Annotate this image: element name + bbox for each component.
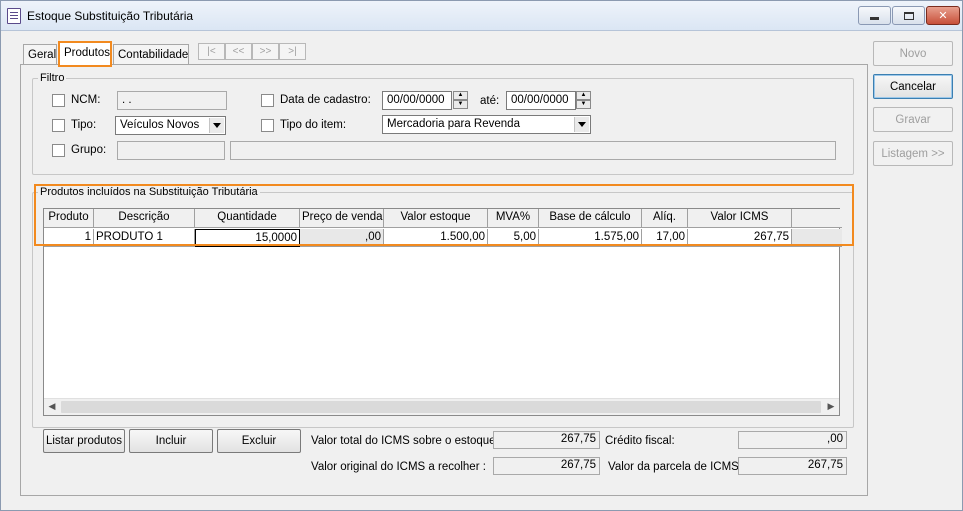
gravar-button[interactable]: Gravar [873, 107, 953, 132]
column-header[interactable]: Descrição [94, 209, 195, 227]
chevron-down-icon[interactable] [209, 118, 224, 133]
column-header[interactable]: Alíq. [642, 209, 688, 227]
data-from-spinner[interactable]: ▲ ▼ [453, 91, 468, 110]
spin-up-icon[interactable]: ▲ [453, 91, 468, 100]
scroll-left-icon[interactable]: ◀ [45, 401, 59, 414]
spin-up-icon[interactable]: ▲ [576, 91, 591, 100]
last-record-button[interactable]: >| [279, 43, 306, 60]
column-header[interactable]: MVA% [488, 209, 539, 227]
grupo-label: Grupo: [71, 144, 107, 156]
tab-produtos[interactable]: Produtos [58, 41, 112, 67]
table-cell[interactable]: 5,00 [488, 229, 539, 247]
listagem-button[interactable]: Listagem >> [873, 141, 953, 166]
valor-total-label: Valor total do ICMS sobre o estoque: [311, 435, 499, 447]
ncm-checkbox[interactable] [52, 94, 65, 107]
ncm-input[interactable]: . . [117, 91, 227, 110]
table-row[interactable]: 1 PRODUTO 1 15,0000 ,00 1.500,00 5,00 1.… [44, 229, 842, 247]
column-header[interactable]: Produto [44, 209, 94, 227]
valor-original-value: 267,75 [493, 457, 600, 475]
table-cell[interactable]: 17,00 [642, 229, 688, 247]
data-cadastro-label: Data de cadastro: [280, 94, 371, 106]
spin-down-icon[interactable]: ▼ [453, 100, 468, 109]
credito-fiscal-label: Crédito fiscal: [605, 435, 675, 447]
table-cell[interactable]: 1.500,00 [384, 229, 488, 247]
valor-parcela-label: Valor da parcela de ICMS: [608, 461, 743, 473]
maximize-button[interactable] [892, 6, 925, 25]
column-header[interactable] [792, 209, 842, 227]
window-title: Estoque Substituição Tributária [27, 9, 194, 23]
table-cell[interactable]: 267,75 [688, 229, 792, 247]
cancelar-button[interactable]: Cancelar [873, 74, 953, 99]
tab-geral[interactable]: Geral [23, 44, 57, 66]
produtos-table[interactable]: Produto Descrição Quantidade Preço de ve… [43, 208, 842, 416]
column-header[interactable]: Preço de venda [300, 209, 384, 227]
data-to-spinner[interactable]: ▲ ▼ [576, 91, 591, 110]
ate-label: até: [480, 95, 500, 107]
listar-produtos-button[interactable]: Listar produtos [43, 429, 125, 453]
spin-down-icon[interactable]: ▼ [576, 100, 591, 109]
tipo-label: Tipo: [71, 119, 97, 131]
chevron-down-icon[interactable] [574, 117, 589, 132]
column-header[interactable]: Valor estoque [384, 209, 488, 227]
excluir-button[interactable]: Excluir [217, 429, 301, 453]
scroll-right-icon[interactable]: ▶ [824, 401, 838, 414]
grupo-checkbox[interactable] [52, 144, 65, 157]
credito-fiscal-value: ,00 [738, 431, 847, 449]
novo-button[interactable]: Novo [873, 41, 953, 66]
tipo-item-checkbox[interactable] [261, 119, 274, 132]
table-cell[interactable]: 15,0000 [195, 229, 300, 247]
table-cell[interactable]: 1.575,00 [539, 229, 642, 247]
close-button[interactable]: ✕ [926, 6, 960, 25]
grupo-description-input[interactable] [230, 141, 836, 160]
valor-parcela-value: 267,75 [738, 457, 847, 475]
tipo-select-value: Veículos Novos [120, 119, 200, 131]
incluir-button[interactable]: Incluir [129, 429, 213, 453]
table-header: Produto Descrição Quantidade Preço de ve… [44, 209, 842, 228]
previous-record-button[interactable]: << [225, 43, 252, 60]
tipo-select[interactable]: Veículos Novos [115, 116, 226, 135]
minimize-button[interactable] [858, 6, 891, 25]
close-icon: ✕ [938, 10, 948, 22]
grupo-code-input[interactable] [117, 141, 225, 160]
minimize-icon [870, 17, 879, 20]
first-record-button[interactable]: |< [198, 43, 225, 60]
window: Estoque Substituição Tributária ✕ Geral … [0, 0, 963, 511]
column-header[interactable]: Valor ICMS [688, 209, 792, 227]
title-bar: Estoque Substituição Tributária ✕ [1, 1, 962, 31]
valor-total-value: 267,75 [493, 431, 600, 449]
column-header[interactable]: Base de cálculo [539, 209, 642, 227]
valor-original-label: Valor original do ICMS a recolher : [311, 461, 486, 473]
ncm-label: NCM: [71, 94, 101, 106]
tipo-item-label: Tipo do item: [280, 119, 347, 131]
data-cadastro-checkbox[interactable] [261, 94, 274, 107]
next-record-button[interactable]: >> [252, 43, 279, 60]
maximize-icon [903, 11, 914, 20]
table-cell[interactable]: 1 [44, 229, 94, 247]
tipo-item-select-value: Mercadoria para Revenda [387, 118, 520, 130]
data-from-input[interactable]: 00/00/0000 [382, 91, 452, 110]
table-cell[interactable] [792, 229, 842, 247]
tipo-checkbox[interactable] [52, 119, 65, 132]
scrollbar-thumb[interactable] [61, 401, 821, 413]
produtos-legend: Produtos incluídos na Substituição Tribu… [40, 186, 258, 198]
document-icon [7, 8, 21, 24]
horizontal-scrollbar[interactable]: ◀ ▶ [44, 398, 839, 415]
filtro-legend: Filtro [40, 72, 65, 84]
column-header[interactable]: Quantidade [195, 209, 300, 227]
tipo-item-select[interactable]: Mercadoria para Revenda [382, 115, 591, 134]
table-cell[interactable]: PRODUTO 1 [94, 229, 195, 247]
record-navigator: |< << >> >| [198, 43, 306, 60]
table-cell[interactable]: ,00 [300, 229, 384, 247]
data-to-input[interactable]: 00/00/0000 [506, 91, 576, 110]
tab-contabilidade[interactable]: Contabilidade [113, 44, 189, 66]
